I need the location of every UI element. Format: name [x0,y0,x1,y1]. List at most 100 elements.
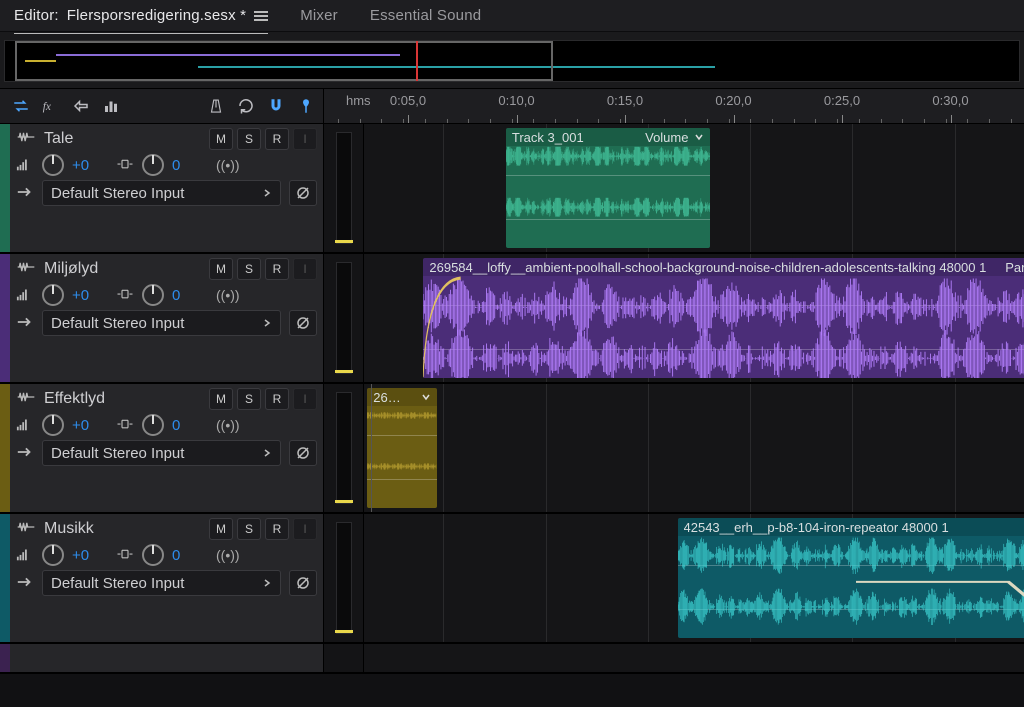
overview-strip[interactable] [4,40,1020,82]
clip-header[interactable]: Track 3_001 Volume [506,128,711,146]
clip-header[interactable]: 42543__erh__p-b8-104-iron-repeator 48000… [678,518,1024,536]
i-button[interactable]: I [293,258,317,280]
marker-icon[interactable] [295,95,317,117]
lane-playhead [371,384,372,512]
i-button[interactable]: I [293,518,317,540]
r-button[interactable]: R [265,128,289,150]
ruler-tick-minor [490,119,491,123]
mono-stereo-button[interactable] [289,440,317,466]
grid-line [955,124,956,252]
fx-send-icon[interactable]: ((•)) [216,287,240,303]
pan-icon [116,416,134,435]
volume-knob[interactable] [42,544,64,566]
metronome-icon[interactable] [205,95,227,117]
m-button[interactable]: M [209,128,233,150]
chevron-right-icon [262,315,272,332]
pan-value[interactable]: 0 [172,287,196,304]
pan-knob[interactable] [142,154,164,176]
track-lane[interactable]: 42543__erh__p-b8-104-iron-repeator 48000… [364,514,1024,642]
volume-value[interactable]: +0 [72,547,96,564]
tab-essential-sound[interactable]: Essential Sound [370,1,481,31]
s-button[interactable]: S [237,388,261,410]
ruler-label: 0:15,0 [607,93,643,108]
m-button[interactable]: M [209,518,233,540]
mono-stereo-button[interactable] [289,570,317,596]
loop-icon[interactable] [235,95,257,117]
msri-group: MSRI [209,258,317,280]
overview-visible-range[interactable] [15,41,552,81]
volume-icon [16,416,34,435]
r-button[interactable]: R [265,518,289,540]
track-lane[interactable] [364,644,1024,672]
pan-knob[interactable] [142,284,164,306]
r-button[interactable]: R [265,388,289,410]
time-ruler[interactable]: hms 0:05,00:10,00:15,00:20,00:25,00:30,0 [324,89,1024,123]
input-select[interactable]: Default Stereo Input [42,570,281,596]
fx-send-icon[interactable]: ((•)) [216,547,240,563]
track-color-strip [0,254,10,382]
grid-line [852,384,853,512]
tab-mixer[interactable]: Mixer [300,1,338,31]
track-name[interactable]: Musikk [16,520,94,539]
bars-icon[interactable] [100,95,122,117]
audio-clip[interactable]: 26… [367,388,436,508]
volume-knob[interactable] [42,414,64,436]
ruler-tick-minor [338,119,339,123]
track-name[interactable]: Miljølyd [16,260,98,279]
pan-value[interactable]: 0 [172,157,196,174]
pan-knob[interactable] [142,544,164,566]
hamburger-icon[interactable] [254,11,268,21]
s-button[interactable]: S [237,128,261,150]
msri-group: MSRI [209,518,317,540]
chevron-down-icon[interactable] [694,130,704,145]
level-meter [324,124,364,252]
m-button[interactable]: M [209,388,233,410]
volume-value[interactable]: +0 [72,157,96,174]
input-select[interactable]: Default Stereo Input [42,180,281,206]
r-button[interactable]: R [265,258,289,280]
volume-icon [16,156,34,175]
pan-value[interactable]: 0 [172,547,196,564]
fx-icon[interactable]: fx [40,95,62,117]
s-button[interactable]: S [237,518,261,540]
volume-knob[interactable] [42,154,64,176]
pan-value[interactable]: 0 [172,417,196,434]
track-lane[interactable]: 26… [364,384,1024,512]
track: Miljølyd MSRI +0 0 ((•)) Default Stereo I… [0,254,1024,384]
s-button[interactable]: S [237,258,261,280]
volume-value[interactable]: +0 [72,287,96,304]
ruler-tick-minor [967,119,968,123]
input-select[interactable]: Default Stereo Input [42,310,281,336]
audio-clip[interactable]: 269584__loffy__ambient-poolhall-school-b… [423,258,1024,378]
chevron-down-icon[interactable] [421,390,431,405]
track-lane[interactable]: Track 3_001 Volume [364,124,1024,252]
volume-value[interactable]: +0 [72,417,96,434]
audio-clip[interactable]: Track 3_001 Volume [506,128,711,248]
fade-in-curve[interactable] [423,276,461,378]
track-name[interactable]: Effektlyd [16,390,105,409]
overview-playhead[interactable] [416,41,418,81]
swap-icon[interactable] [10,95,32,117]
send-icon[interactable] [70,95,92,117]
i-button[interactable]: I [293,388,317,410]
track-name[interactable]: Tale [16,130,73,149]
level-meter [324,384,364,512]
grid-line [546,384,547,512]
clip-header[interactable]: 26… [367,388,436,406]
audio-clip[interactable]: 42543__erh__p-b8-104-iron-repeator 48000… [678,518,1024,638]
clip-header[interactable]: 269584__loffy__ambient-poolhall-school-b… [423,258,1024,276]
mono-stereo-button[interactable] [289,310,317,336]
input-arrow-icon [16,575,34,592]
fx-send-icon[interactable]: ((•)) [216,157,240,173]
snap-icon[interactable] [265,95,287,117]
track-lane[interactable]: 269584__loffy__ambient-poolhall-school-b… [364,254,1024,382]
tab-editor[interactable]: Editor: Flersporsredigering.sesx * [14,1,268,31]
input-select[interactable]: Default Stereo Input [42,440,281,466]
volume-knob[interactable] [42,284,64,306]
fx-send-icon[interactable]: ((•)) [216,417,240,433]
i-button[interactable]: I [293,128,317,150]
pan-knob[interactable] [142,414,164,436]
envelope-line[interactable] [856,536,1024,638]
m-button[interactable]: M [209,258,233,280]
mono-stereo-button[interactable] [289,180,317,206]
